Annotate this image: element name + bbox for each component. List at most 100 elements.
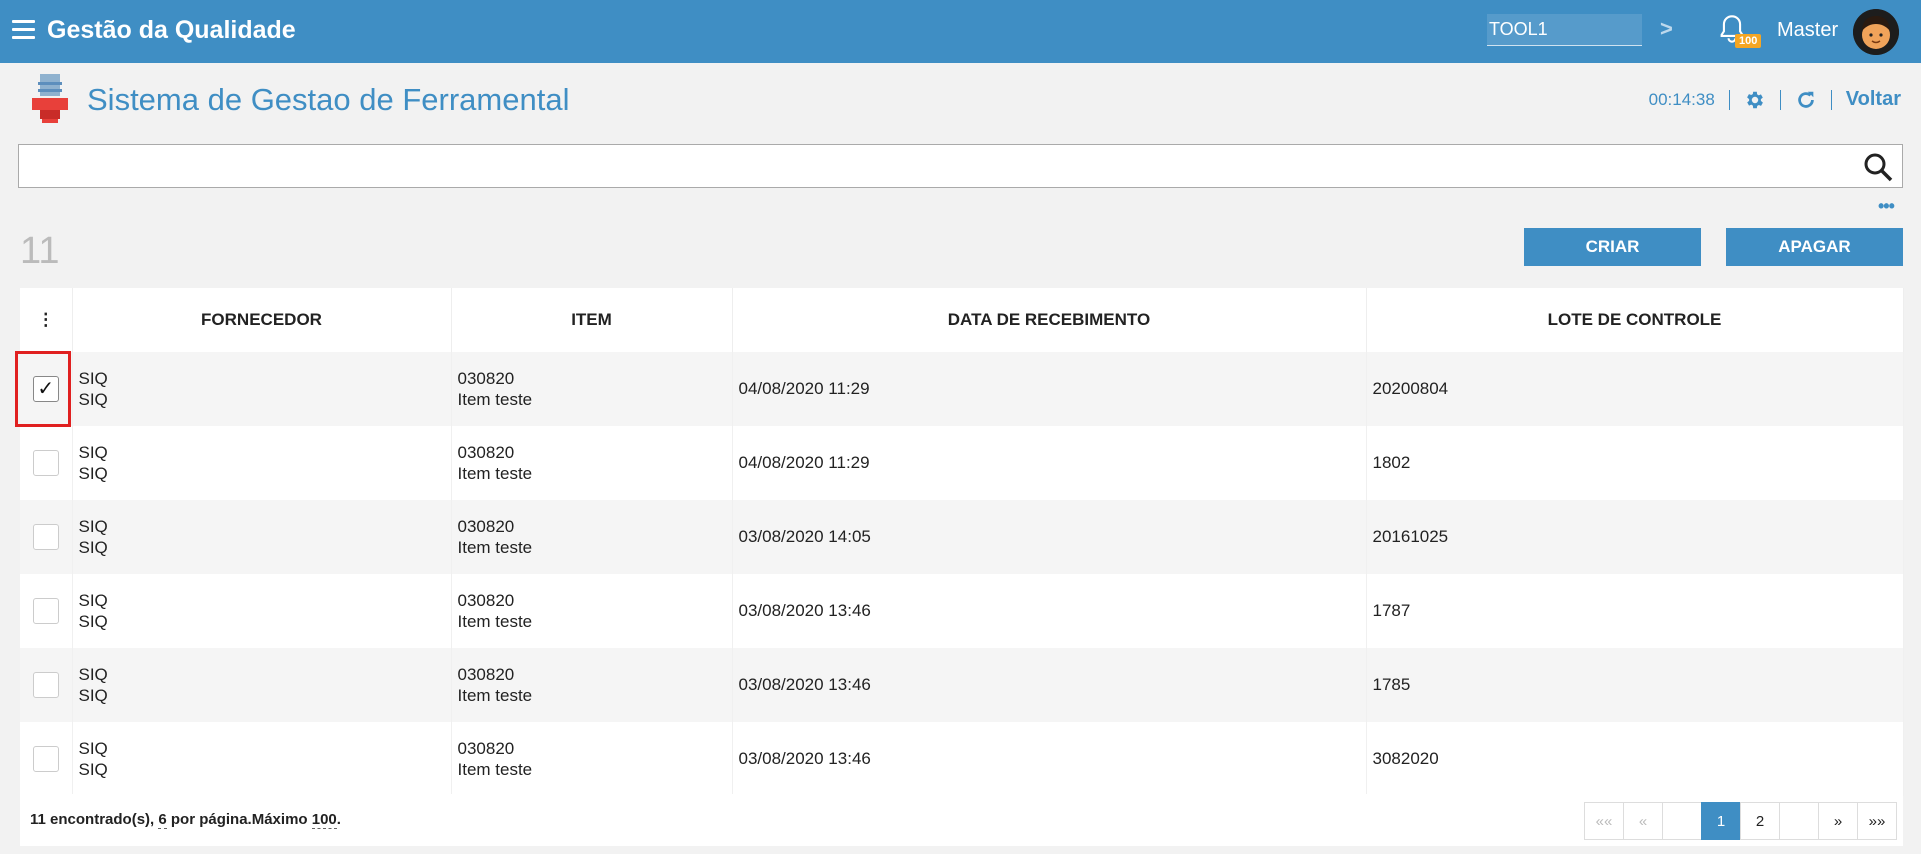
data-cell: 04/08/2020 11:29 [732, 352, 1367, 426]
row-select-cell [20, 722, 73, 796]
create-button[interactable]: CRIAR [1524, 228, 1701, 266]
lote-cell: 1802 [1366, 426, 1904, 500]
user-name[interactable]: Master [1777, 19, 1838, 42]
fornecedor-cell: SIQ SIQ [72, 352, 452, 426]
page-button-1[interactable]: 1 [1701, 802, 1741, 840]
row-select-cell [20, 574, 73, 648]
fornecedor-code: SIQ [78, 665, 108, 684]
app-title: Gestão da Qualidade [47, 16, 296, 44]
fornecedor-name: SIQ [78, 390, 108, 409]
tool-logo-icon [32, 74, 68, 123]
more-options-icon[interactable]: ••• [1878, 196, 1895, 217]
fornecedor-code: SIQ [78, 591, 108, 610]
chevron-right-icon[interactable]: > [1660, 16, 1673, 42]
avatar[interactable] [1853, 9, 1899, 55]
divider [1830, 89, 1832, 110]
summary-end: . [336, 811, 341, 828]
row-checkbox[interactable] [32, 746, 59, 772]
notification-badge: 100 [1735, 34, 1762, 48]
column-menu-icon[interactable]: ⋮ [20, 288, 73, 352]
lote-cell: 20161025 [1366, 500, 1904, 574]
item-code: 030820 [457, 517, 515, 536]
fornecedor-code: SIQ [78, 517, 108, 536]
lote-cell: 3082020 [1366, 722, 1904, 796]
column-header-item[interactable]: ITEM [451, 288, 733, 352]
row-select-cell: ✓ [20, 352, 73, 426]
fornecedor-name: SIQ [78, 464, 108, 483]
row-select-cell [20, 426, 73, 500]
fornecedor-cell: SIQ SIQ [72, 574, 452, 648]
data-cell: 03/08/2020 13:46 [732, 574, 1367, 648]
row-checkbox[interactable] [32, 598, 59, 624]
top-bar: Gestão da Qualidade TOOL1 > 100 Master [0, 0, 1921, 63]
item-cell: 030820 Item teste [451, 500, 733, 574]
pager-spacer [1779, 802, 1819, 840]
results-table: ⋮ FORNECEDOR ITEM DATA DE RECEBIMENTO LO… [20, 288, 1904, 846]
table-row[interactable]: SIQ SIQ 030820 Item teste 04/08/2020 11:29… [20, 426, 1904, 500]
table-row[interactable]: SIQ SIQ 030820 Item teste 03/08/2020 13:46… [20, 648, 1904, 722]
last-page-button[interactable]: »» [1857, 802, 1897, 840]
fornecedor-cell: SIQ SIQ [72, 648, 452, 722]
row-checkbox[interactable] [32, 524, 59, 550]
row-checkbox[interactable] [32, 450, 59, 476]
fornecedor-name: SIQ [78, 760, 108, 779]
row-checkbox[interactable] [32, 672, 59, 698]
prev-page-button[interactable]: « [1623, 802, 1663, 840]
back-link[interactable]: Voltar [1846, 88, 1901, 111]
item-cell: 030820 Item teste [451, 352, 733, 426]
item-cell: 030820 Item teste [451, 426, 733, 500]
column-header-data[interactable]: DATA DE RECEBIMENTO [732, 288, 1367, 352]
item-name: Item teste [457, 612, 533, 631]
column-header-fornecedor[interactable]: FORNECEDOR [72, 288, 452, 352]
table-row[interactable]: ✓ SIQ SIQ 030820 Item teste 04/08/2020 11:… [20, 352, 1904, 426]
fornecedor-code: SIQ [78, 443, 108, 462]
fornecedor-cell: SIQ SIQ [72, 500, 452, 574]
page-button-2[interactable]: 2 [1740, 802, 1780, 840]
per-page-label: por página.Máximo [166, 811, 312, 828]
data-cell: 03/08/2020 13:46 [732, 722, 1367, 796]
gear-icon[interactable] [1744, 89, 1766, 111]
item-code: 030820 [457, 665, 515, 684]
header-actions: 00:14:38 Voltar [1649, 88, 1901, 111]
refresh-icon[interactable] [1795, 89, 1817, 111]
search-input[interactable] [19, 145, 1849, 185]
item-name: Item teste [457, 760, 533, 779]
table-footer: 11 encontrado(s), 6 por página.Máximo 10… [20, 794, 1903, 846]
first-page-button[interactable]: «« [1584, 802, 1624, 840]
module-selector[interactable]: TOOL1 [1487, 14, 1642, 46]
max-value[interactable]: 100 [311, 811, 337, 829]
item-code: 030820 [457, 591, 515, 610]
table-row[interactable]: SIQ SIQ 030820 Item teste 03/08/2020 14:05… [20, 500, 1904, 574]
row-checkbox[interactable]: ✓ [32, 376, 59, 402]
data-cell: 04/08/2020 11:29 [732, 426, 1367, 500]
item-name: Item teste [457, 464, 533, 483]
divider [1728, 89, 1730, 110]
fornecedor-cell: SIQ SIQ [72, 722, 452, 796]
found-count: 11 [30, 811, 46, 828]
column-header-lote[interactable]: LOTE DE CONTROLE [1366, 288, 1904, 352]
table-row[interactable]: SIQ SIQ 030820 Item teste 03/08/2020 13:46… [20, 574, 1904, 648]
delete-button[interactable]: APAGAR [1726, 228, 1903, 266]
fornecedor-cell: SIQ SIQ [72, 426, 452, 500]
data-cell: 03/08/2020 13:46 [732, 648, 1367, 722]
found-label: encontrado(s), [45, 811, 159, 828]
search-icon[interactable] [1862, 151, 1894, 183]
menu-icon[interactable] [12, 20, 35, 40]
per-page-value[interactable]: 6 [158, 811, 167, 829]
fornecedor-code: SIQ [78, 739, 108, 758]
next-page-button[interactable]: » [1818, 802, 1858, 840]
page-title: Sistema de Gestao de Ferramental [87, 82, 570, 117]
item-name: Item teste [457, 390, 533, 409]
divider [1779, 89, 1781, 110]
pagination-summary: 11 encontrado(s), 6 por página.Máximo 10… [30, 811, 341, 829]
row-select-cell [20, 648, 73, 722]
fornecedor-name: SIQ [78, 686, 108, 705]
item-cell: 030820 Item teste [451, 648, 733, 722]
data-cell: 03/08/2020 14:05 [732, 500, 1367, 574]
item-code: 030820 [457, 369, 515, 388]
fornecedor-name: SIQ [78, 538, 108, 557]
session-timer: 00:14:38 [1648, 89, 1715, 109]
table-row[interactable]: SIQ SIQ 030820 Item teste 03/08/2020 13:46… [20, 722, 1904, 796]
lote-cell: 1787 [1366, 574, 1904, 648]
record-count: 11 [20, 230, 60, 272]
